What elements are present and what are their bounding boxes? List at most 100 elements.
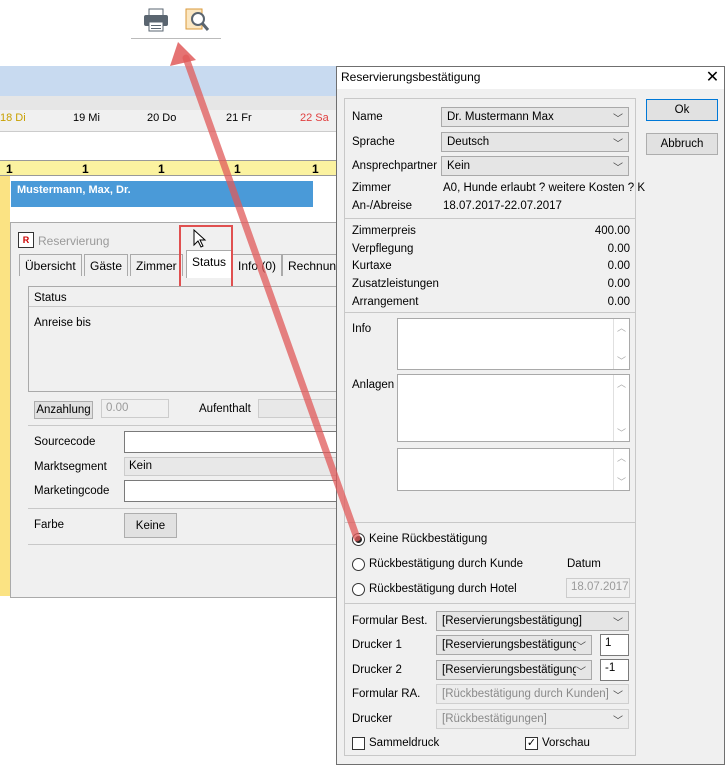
calendar-strip <box>0 176 10 596</box>
printer-value: [Rückbestätigungen] <box>442 713 547 725</box>
market-segment-label: Marktsegment <box>34 461 107 473</box>
stay-field[interactable] <box>258 399 338 418</box>
calendar-header-band <box>0 96 340 110</box>
divider <box>345 312 635 313</box>
tab-overview[interactable]: Übersicht <box>19 254 82 276</box>
amount-label: Verpflegung <box>352 243 414 255</box>
color-button[interactable]: Keine <box>124 513 177 538</box>
info-label: Info <box>352 323 372 335</box>
info-textarea[interactable]: ︿ ﹀ <box>397 318 630 370</box>
calendar-day: 19 Mi <box>73 112 100 124</box>
printer-icon[interactable] <box>141 6 171 34</box>
sourcecode-input[interactable] <box>124 431 338 453</box>
ok-button[interactable]: Ok <box>646 99 718 121</box>
app-logo-icon: R <box>18 232 34 248</box>
toolbar <box>0 0 725 60</box>
amount-label: Zusatzleistungen <box>352 278 439 290</box>
calendar-day: 20 Do <box>147 112 177 124</box>
dialog-title: Reservierungsbestätigung <box>341 70 481 84</box>
scrollbar[interactable]: ︿ ﹀ <box>613 449 629 490</box>
occupancy-count: 1 <box>82 162 89 176</box>
language-label: Sprache <box>352 136 395 148</box>
printer-label: Drucker <box>352 713 393 725</box>
form-ra-select[interactable]: [Rückbestätigung durch Kunden] ﹀ <box>436 684 629 704</box>
chevron-down-icon: ﹀ <box>576 666 586 678</box>
print-preview-icon[interactable] <box>182 6 212 34</box>
deposit-field[interactable]: 0.00 <box>101 399 169 418</box>
chevron-down-icon: ﹀ <box>613 617 623 629</box>
contact-value: Kein <box>447 160 471 172</box>
marketingcode-input[interactable] <box>124 480 338 502</box>
color-label: Farbe <box>34 519 65 531</box>
close-icon[interactable]: ✕ <box>700 66 725 88</box>
amount-value: 0.00 <box>607 260 630 272</box>
radio-dot <box>355 536 362 543</box>
attachments-list[interactable]: ︿ ﹀ <box>397 374 630 442</box>
language-select[interactable]: Deutsch ﹀ <box>441 132 629 152</box>
tab-info[interactable]: Info (0) <box>232 254 283 276</box>
market-segment-select[interactable]: Kein <box>124 457 338 476</box>
toolbar-divider <box>131 38 221 39</box>
date-label: Datum <box>567 558 601 570</box>
scrollbar[interactable]: ︿ ﹀ <box>613 375 629 441</box>
date-field[interactable]: 18.07.2017 <box>566 578 630 598</box>
printer2-value: [Reservierungsbestätigungen <box>442 664 576 676</box>
form-ra-label: Formular RA. <box>352 688 421 700</box>
printer2-label: Drucker 2 <box>352 664 402 676</box>
divider <box>345 603 635 604</box>
printer1-select[interactable]: [Reservierungsbestätigungen﹀ <box>436 635 592 655</box>
chevron-down-icon: ﹀ <box>613 690 623 702</box>
contact-select[interactable]: Kein ﹀ <box>441 156 629 176</box>
radio-customer-confirmation[interactable] <box>352 558 365 571</box>
batch-print-label[interactable]: Sammeldruck <box>369 737 439 749</box>
chevron-down-icon: ﹀ <box>613 113 623 125</box>
arrival-label: Anreise bis <box>34 317 91 329</box>
room-value: A0, Hunde erlaubt ? weitere Kosten ? K <box>443 182 646 194</box>
preview-label[interactable]: Vorschau <box>542 737 590 749</box>
radio-hotel-confirmation-label[interactable]: Rückbestätigung durch Hotel <box>369 583 517 595</box>
amount-label: Kurtaxe <box>352 260 392 272</box>
booking-bar[interactable]: Mustermann, Max, Dr. <box>11 181 313 207</box>
amount-value: 0.00 <box>607 243 630 255</box>
name-value: Dr. Mustermann Max <box>447 111 554 123</box>
printer1-copies[interactable]: 1 <box>600 634 629 656</box>
sourcecode-label: Sourcecode <box>34 436 96 448</box>
printer2-select[interactable]: [Reservierungsbestätigungen﹀ <box>436 660 592 680</box>
dates-value: 18.07.2017-22.07.2017 <box>443 200 562 212</box>
calendar-day: 18 Di <box>0 112 26 124</box>
reservation-window-title: Reservierung <box>38 234 110 248</box>
tab-rooms[interactable]: Zimmer <box>130 254 183 276</box>
printer2-copies[interactable]: -1 <box>600 659 629 681</box>
batch-print-checkbox[interactable] <box>352 737 365 750</box>
language-value: Deutsch <box>447 136 490 148</box>
radio-customer-confirmation-label[interactable]: Rückbestätigung durch Kunde <box>369 558 523 570</box>
amount-label: Zimmerpreis <box>352 225 416 237</box>
printer1-value: [Reservierungsbestätigungen <box>442 639 576 651</box>
amount-value: 0.00 <box>607 278 630 290</box>
preview-checkbox[interactable]: ✓ <box>525 737 538 750</box>
occupancy-count: 1 <box>158 162 165 176</box>
amount-value: 0.00 <box>607 296 630 308</box>
stay-label: Aufenthalt <box>199 403 251 415</box>
chevron-down-icon: ﹀ <box>576 641 586 653</box>
radio-hotel-confirmation[interactable] <box>352 583 365 596</box>
radio-no-confirmation-label[interactable]: Keine Rückbestätigung <box>369 533 487 545</box>
divider <box>28 544 340 545</box>
printer-select[interactable]: [Rückbestätigungen] ﹀ <box>436 709 629 729</box>
form-select[interactable]: [Reservierungsbestätigung] ﹀ <box>436 611 629 631</box>
attachments-textarea[interactable]: ︿ ﹀ <box>397 448 630 491</box>
calendar-day: 21 Fr <box>226 112 252 124</box>
name-select[interactable]: Dr. Mustermann Max ﹀ <box>441 107 629 127</box>
status-panel <box>28 286 340 392</box>
calendar-titlebar <box>0 66 340 96</box>
radio-no-confirmation[interactable] <box>352 533 365 546</box>
name-label: Name <box>352 111 383 123</box>
marketingcode-label: Marketingcode <box>34 485 110 497</box>
mouse-cursor-icon <box>193 228 207 252</box>
tab-guests[interactable]: Gäste <box>84 254 129 276</box>
deposit-button[interactable]: Anzahlung <box>34 401 93 419</box>
scrollbar[interactable]: ︿ ﹀ <box>613 319 629 369</box>
cancel-button[interactable]: Abbruch <box>646 133 718 155</box>
divider <box>29 306 339 307</box>
divider <box>345 522 635 523</box>
